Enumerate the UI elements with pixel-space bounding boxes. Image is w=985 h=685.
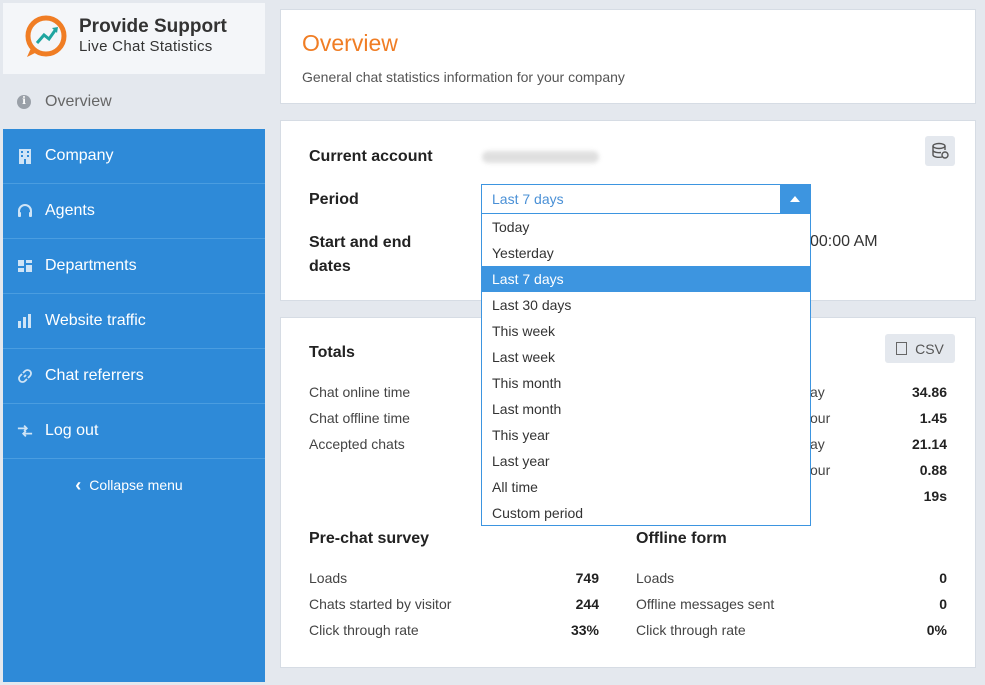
totals-right-value: 34.86 <box>911 384 947 400</box>
sidebar-item-label: Chat referrers <box>45 367 144 384</box>
prechat-row-label: Loads <box>309 570 348 586</box>
period-option-last-month[interactable]: Last month <box>482 396 810 422</box>
period-option-custom-period[interactable]: Custom period <box>482 500 810 526</box>
totals-right-label: our <box>810 410 831 426</box>
link-icon <box>17 368 33 384</box>
logo-subtitle: Live Chat Statistics <box>79 38 213 55</box>
offline-row-value: 0 <box>939 596 947 612</box>
offline-row-label: Click through rate <box>636 622 746 638</box>
prechat-row-value: 244 <box>575 596 599 612</box>
building-icon <box>17 148 33 164</box>
chevron-left-icon: ‹ <box>75 474 82 495</box>
sidebar-item-company[interactable]: Company <box>3 129 265 184</box>
period-option-last-7-days[interactable]: Last 7 days <box>482 266 810 292</box>
prechat-row-label: Click through rate <box>309 622 419 638</box>
document-icon <box>896 342 908 355</box>
period-option-this-month[interactable]: This month <box>482 370 810 396</box>
totals-row-label: Chat online time <box>309 384 411 400</box>
csv-label: CSV <box>915 340 944 357</box>
sidebar-item-label: Website traffic <box>45 312 146 329</box>
logo-title: Provide Support <box>79 16 227 37</box>
offline-title: Offline form <box>636 530 727 547</box>
logo-icon <box>25 15 67 57</box>
database-icon <box>932 142 949 159</box>
dates-value: 00:00 AM <box>810 233 878 250</box>
totals-right-value: 1.45 <box>919 410 947 426</box>
offline-row-label: Offline messages sent <box>636 596 775 612</box>
departments-icon <box>17 258 33 274</box>
prechat-row-label: Chats started by visitor <box>309 596 452 612</box>
offline-row-value: 0 <box>939 570 947 586</box>
sidebar-item-agents[interactable]: Agents <box>3 184 265 239</box>
csv-export-button[interactable]: CSV <box>885 334 955 363</box>
period-option-last-30-days[interactable]: Last 30 days <box>482 292 810 318</box>
period-option-last-week[interactable]: Last week <box>482 344 810 370</box>
current-account-label: Current account <box>309 148 433 165</box>
info-icon: i <box>17 94 31 109</box>
dates-label-line1: Start and end <box>309 234 412 251</box>
sidebar-item-label: Overview <box>45 92 112 110</box>
logout-icon <box>17 423 33 439</box>
period-select[interactable]: Last 7 days <box>481 184 811 214</box>
overview-header-card: Overview General chat statistics informa… <box>280 9 976 104</box>
prechat-row-value: 749 <box>575 570 599 586</box>
current-account-value <box>482 151 599 163</box>
offline-row-label: Loads <box>636 570 675 586</box>
sidebar-item-label: Agents <box>45 202 95 219</box>
totals-right-value: 0.88 <box>919 462 947 478</box>
offline-row-value: 0% <box>926 622 947 638</box>
sidebar-item-departments[interactable]: Departments <box>3 239 265 294</box>
totals-row-label: Chat offline time <box>309 410 410 426</box>
headset-icon <box>17 203 33 219</box>
prechat-title: Pre-chat survey <box>309 530 430 547</box>
period-select-value: Last 7 days <box>492 191 564 207</box>
sidebar-item-log-out[interactable]: Log out <box>3 404 265 459</box>
sidebar: Provide Support Live Chat Statistics i O… <box>3 3 265 682</box>
bar-chart-icon <box>17 313 33 329</box>
prechat-row-value: 33% <box>570 622 599 638</box>
totals-right-label: our <box>810 462 831 478</box>
totals-right-label: ay <box>810 436 825 452</box>
totals-row-label: Accepted chats <box>309 436 405 452</box>
chevron-up-icon[interactable] <box>780 185 810 213</box>
totals-title: Totals <box>309 344 355 361</box>
period-option-last-year[interactable]: Last year <box>482 448 810 474</box>
sidebar-item-label: Log out <box>45 422 99 439</box>
sidebar-item-overview[interactable]: i Overview <box>3 74 265 129</box>
database-button[interactable] <box>925 136 955 166</box>
period-dropdown: Today Yesterday Last 7 days Last 30 days… <box>481 214 811 526</box>
dates-label-line2: dates <box>309 258 351 275</box>
period-option-today[interactable]: Today <box>482 214 810 240</box>
period-option-this-year[interactable]: This year <box>482 422 810 448</box>
sidebar-item-chat-referrers[interactable]: Chat referrers <box>3 349 265 404</box>
period-option-yesterday[interactable]: Yesterday <box>482 240 810 266</box>
sidebar-item-label: Company <box>45 147 114 164</box>
collapse-menu-label: Collapse menu <box>89 477 183 493</box>
page-subtitle: General chat statistics information for … <box>302 69 625 85</box>
sidebar-item-label: Departments <box>45 257 137 274</box>
page-title: Overview <box>302 30 398 56</box>
logo[interactable]: Provide Support Live Chat Statistics <box>3 3 265 74</box>
sidebar-item-website-traffic[interactable]: Website traffic <box>3 294 265 349</box>
period-option-all-time[interactable]: All time <box>482 474 810 500</box>
period-label: Period <box>309 191 359 208</box>
totals-right-value: 19s <box>923 488 947 504</box>
collapse-menu-button[interactable]: ‹ Collapse menu <box>3 459 265 511</box>
totals-right-value: 21.14 <box>911 436 947 452</box>
period-option-this-week[interactable]: This week <box>482 318 810 344</box>
totals-right-label: ay <box>810 384 825 400</box>
